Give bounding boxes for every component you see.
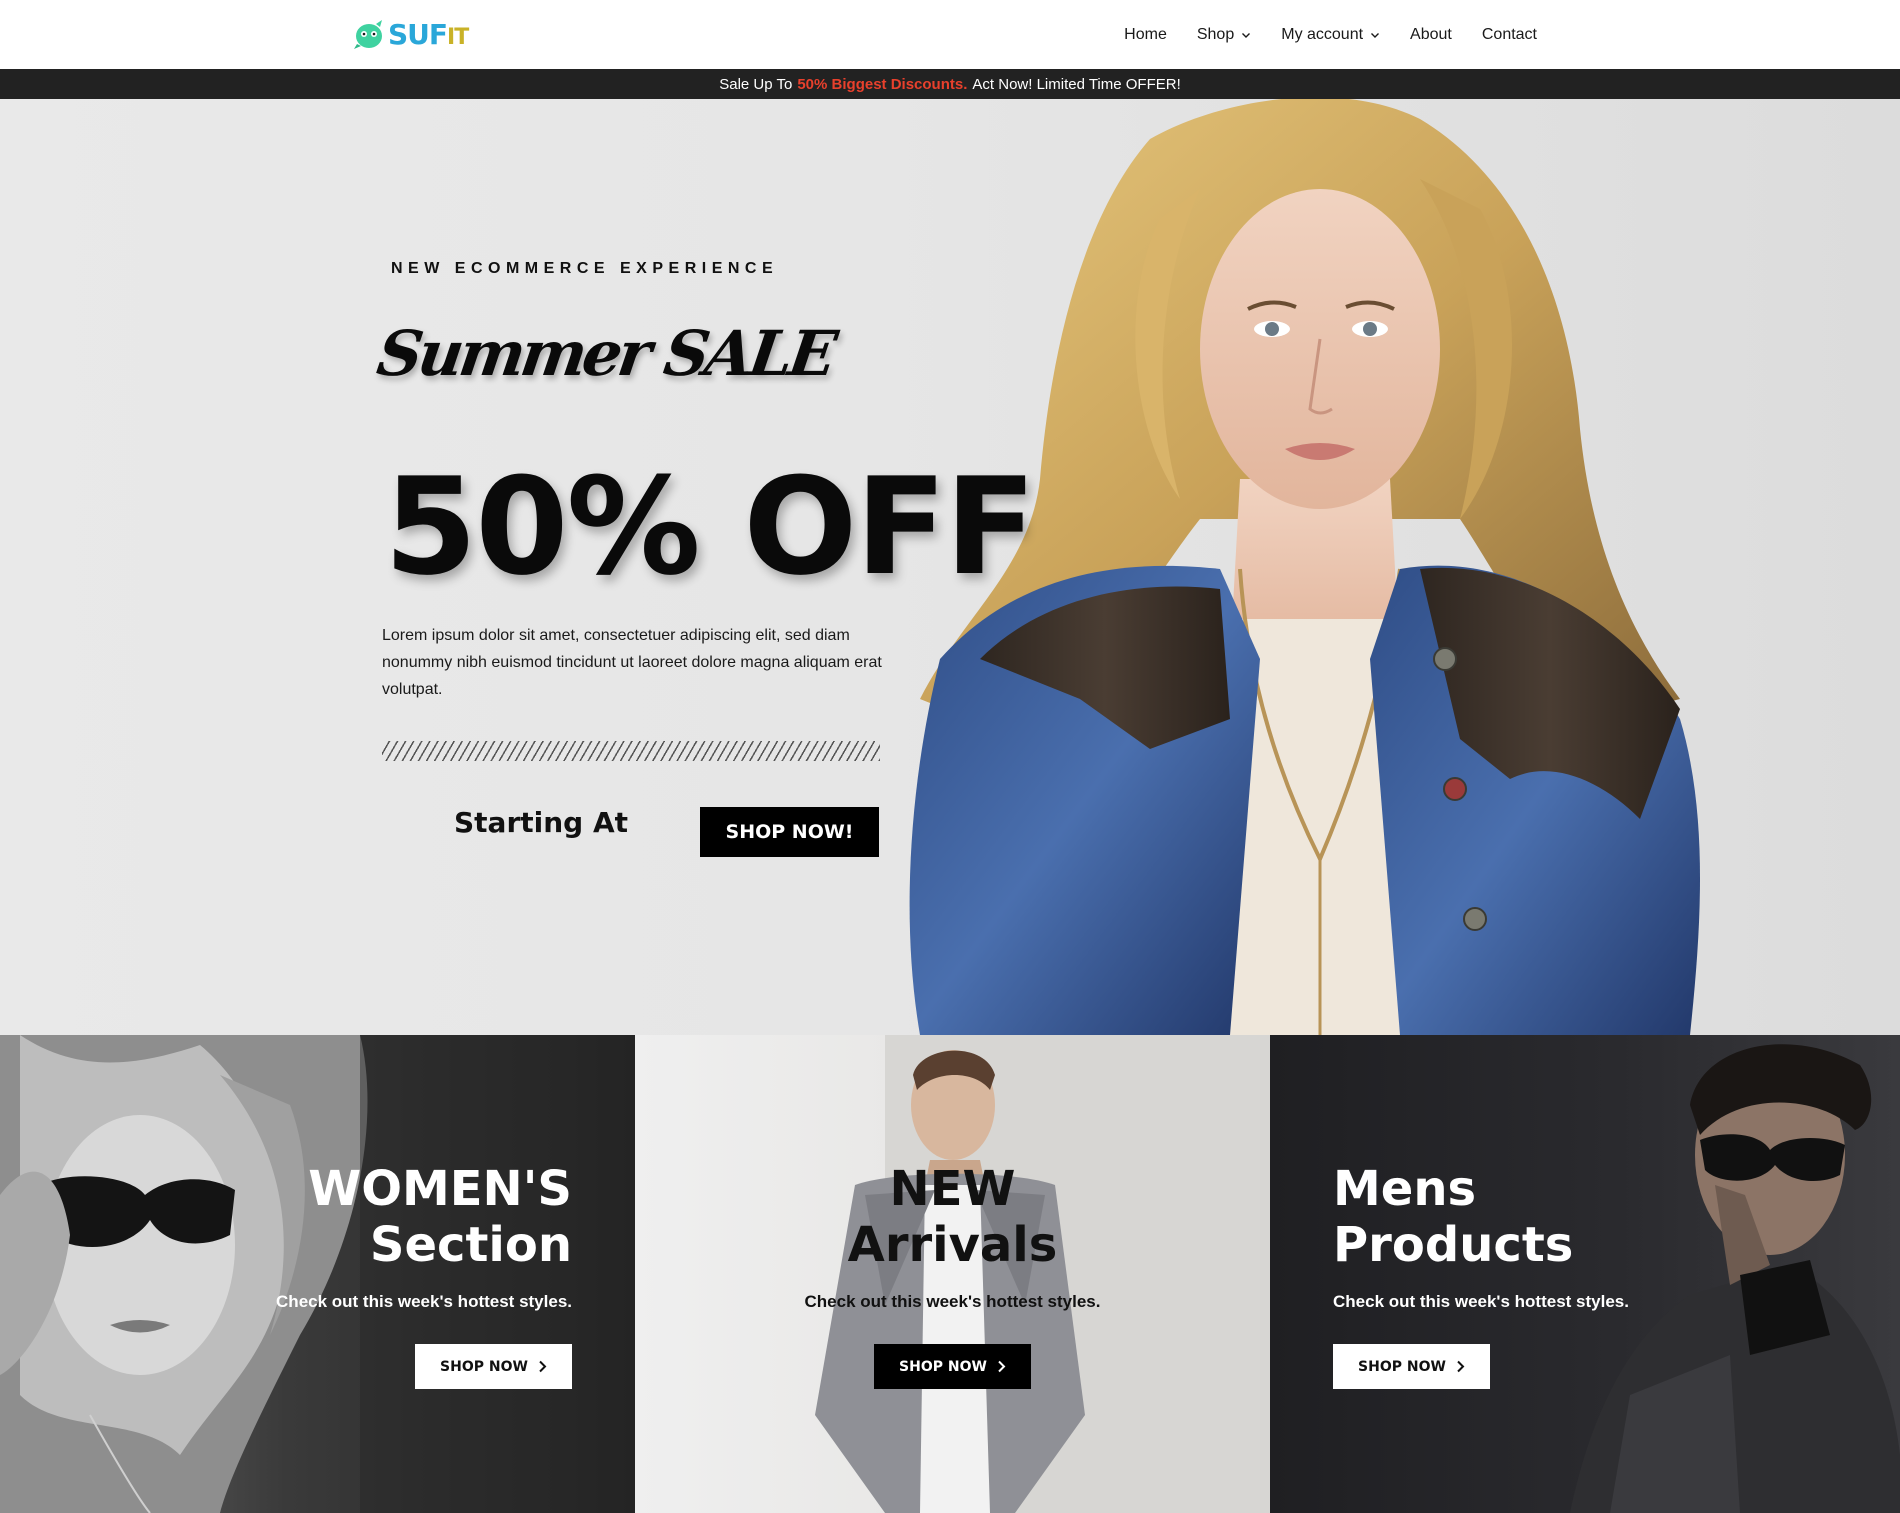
women-panel-title: WOMEN'S Section	[308, 1161, 572, 1273]
women-title-line2: Section	[369, 1217, 572, 1273]
announcement-bar: Sale Up To 50% Biggest Discounts. Act No…	[0, 69, 1900, 99]
new-arrivals-model-image	[815, 1035, 1270, 1513]
announcement-prefix: Sale Up To	[719, 75, 793, 93]
chevron-down-icon	[1242, 32, 1251, 38]
mens-model-image	[1570, 1044, 1900, 1513]
chevron-right-icon	[1457, 1360, 1465, 1373]
button-label: SHOP NOW	[1358, 1358, 1446, 1375]
nav-item-home[interactable]: Home	[1124, 26, 1167, 44]
new-arrivals-title-line2: Arrivals	[847, 1217, 1058, 1273]
mens-shop-now-button[interactable]: SHOP NOW	[1333, 1344, 1490, 1389]
logo-text-primary: SUF	[388, 17, 448, 51]
women-model-image	[0, 1035, 635, 1513]
mens-title-line2: Products	[1333, 1217, 1574, 1273]
mens-panel-title: Mens Products	[1333, 1161, 1573, 1273]
logo-mascot-icon	[352, 17, 386, 51]
logo-text-secondary: IT	[447, 24, 469, 50]
button-label: SHOP NOW	[440, 1358, 528, 1375]
mens-title-line1: Mens	[1333, 1161, 1477, 1217]
new-arrivals-panel-subtitle: Check out this week's hottest styles.	[804, 1292, 1101, 1311]
main-nav: Home Shop My account About Contact	[1124, 0, 1537, 69]
hero-headline: 50% OFF	[384, 449, 1036, 605]
women-title-line1: WOMEN'S	[308, 1161, 572, 1217]
category-panel-mens[interactable]: Mens Products Check out this week's hott…	[1270, 1035, 1900, 1513]
nav-item-label: About	[1410, 25, 1452, 43]
chevron-right-icon	[539, 1360, 547, 1373]
site-header: SUFIT Home Shop My account About Contact	[0, 0, 1900, 69]
chevron-right-icon	[998, 1360, 1006, 1373]
category-panel-women[interactable]: WOMEN'S Section Check out this week's ho…	[0, 1035, 635, 1513]
women-shop-now-button[interactable]: SHOP NOW	[415, 1344, 572, 1389]
announcement-highlight: 50% Biggest Discounts.	[797, 75, 968, 93]
decorative-hatch-divider	[382, 741, 880, 761]
nav-item-label: Shop	[1196, 25, 1235, 43]
new-arrivals-shop-now-button[interactable]: SHOP NOW	[874, 1344, 1031, 1389]
announcement-suffix: Act Now! Limited Time OFFER!	[972, 75, 1181, 93]
button-label: SHOP NOW	[899, 1358, 987, 1375]
hero-shop-now-button[interactable]: SHOP NOW!	[700, 807, 879, 857]
mens-panel-subtitle: Check out this week's hottest styles.	[1333, 1292, 1629, 1311]
nav-item-shop[interactable]: Shop	[1197, 26, 1251, 44]
nav-item-label: My account	[1281, 25, 1364, 43]
category-panels: WOMEN'S Section Check out this week's ho…	[0, 1035, 1900, 1513]
logo-wordmark: SUFIT	[388, 17, 469, 51]
nav-item-about[interactable]: About	[1410, 26, 1452, 44]
women-panel-subtitle: Check out this week's hottest styles.	[276, 1292, 572, 1311]
starting-at-label: Starting At	[454, 806, 629, 839]
category-panel-new-arrivals[interactable]: NEW Arrivals Check out this week's hotte…	[635, 1035, 1270, 1513]
chevron-down-icon	[1371, 32, 1380, 38]
hero-banner: NEW ECOMMERCE EXPERIENCE Summer SALE 50%…	[0, 99, 1900, 1035]
new-arrivals-title-line1: NEW	[889, 1161, 1016, 1217]
nav-item-contact[interactable]: Contact	[1482, 26, 1537, 44]
new-arrivals-panel-title: NEW Arrivals	[635, 1161, 1270, 1273]
nav-item-my-account[interactable]: My account	[1281, 26, 1380, 44]
hero-eyebrow: NEW ECOMMERCE EXPERIENCE	[391, 260, 779, 277]
site-logo[interactable]: SUFIT	[352, 14, 469, 54]
nav-item-label: Home	[1124, 25, 1167, 43]
hero-script-title: Summer SALE	[372, 317, 838, 390]
hero-body-text: Lorem ipsum dolor sit amet, consectetuer…	[382, 627, 882, 698]
nav-item-label: Contact	[1481, 25, 1537, 43]
